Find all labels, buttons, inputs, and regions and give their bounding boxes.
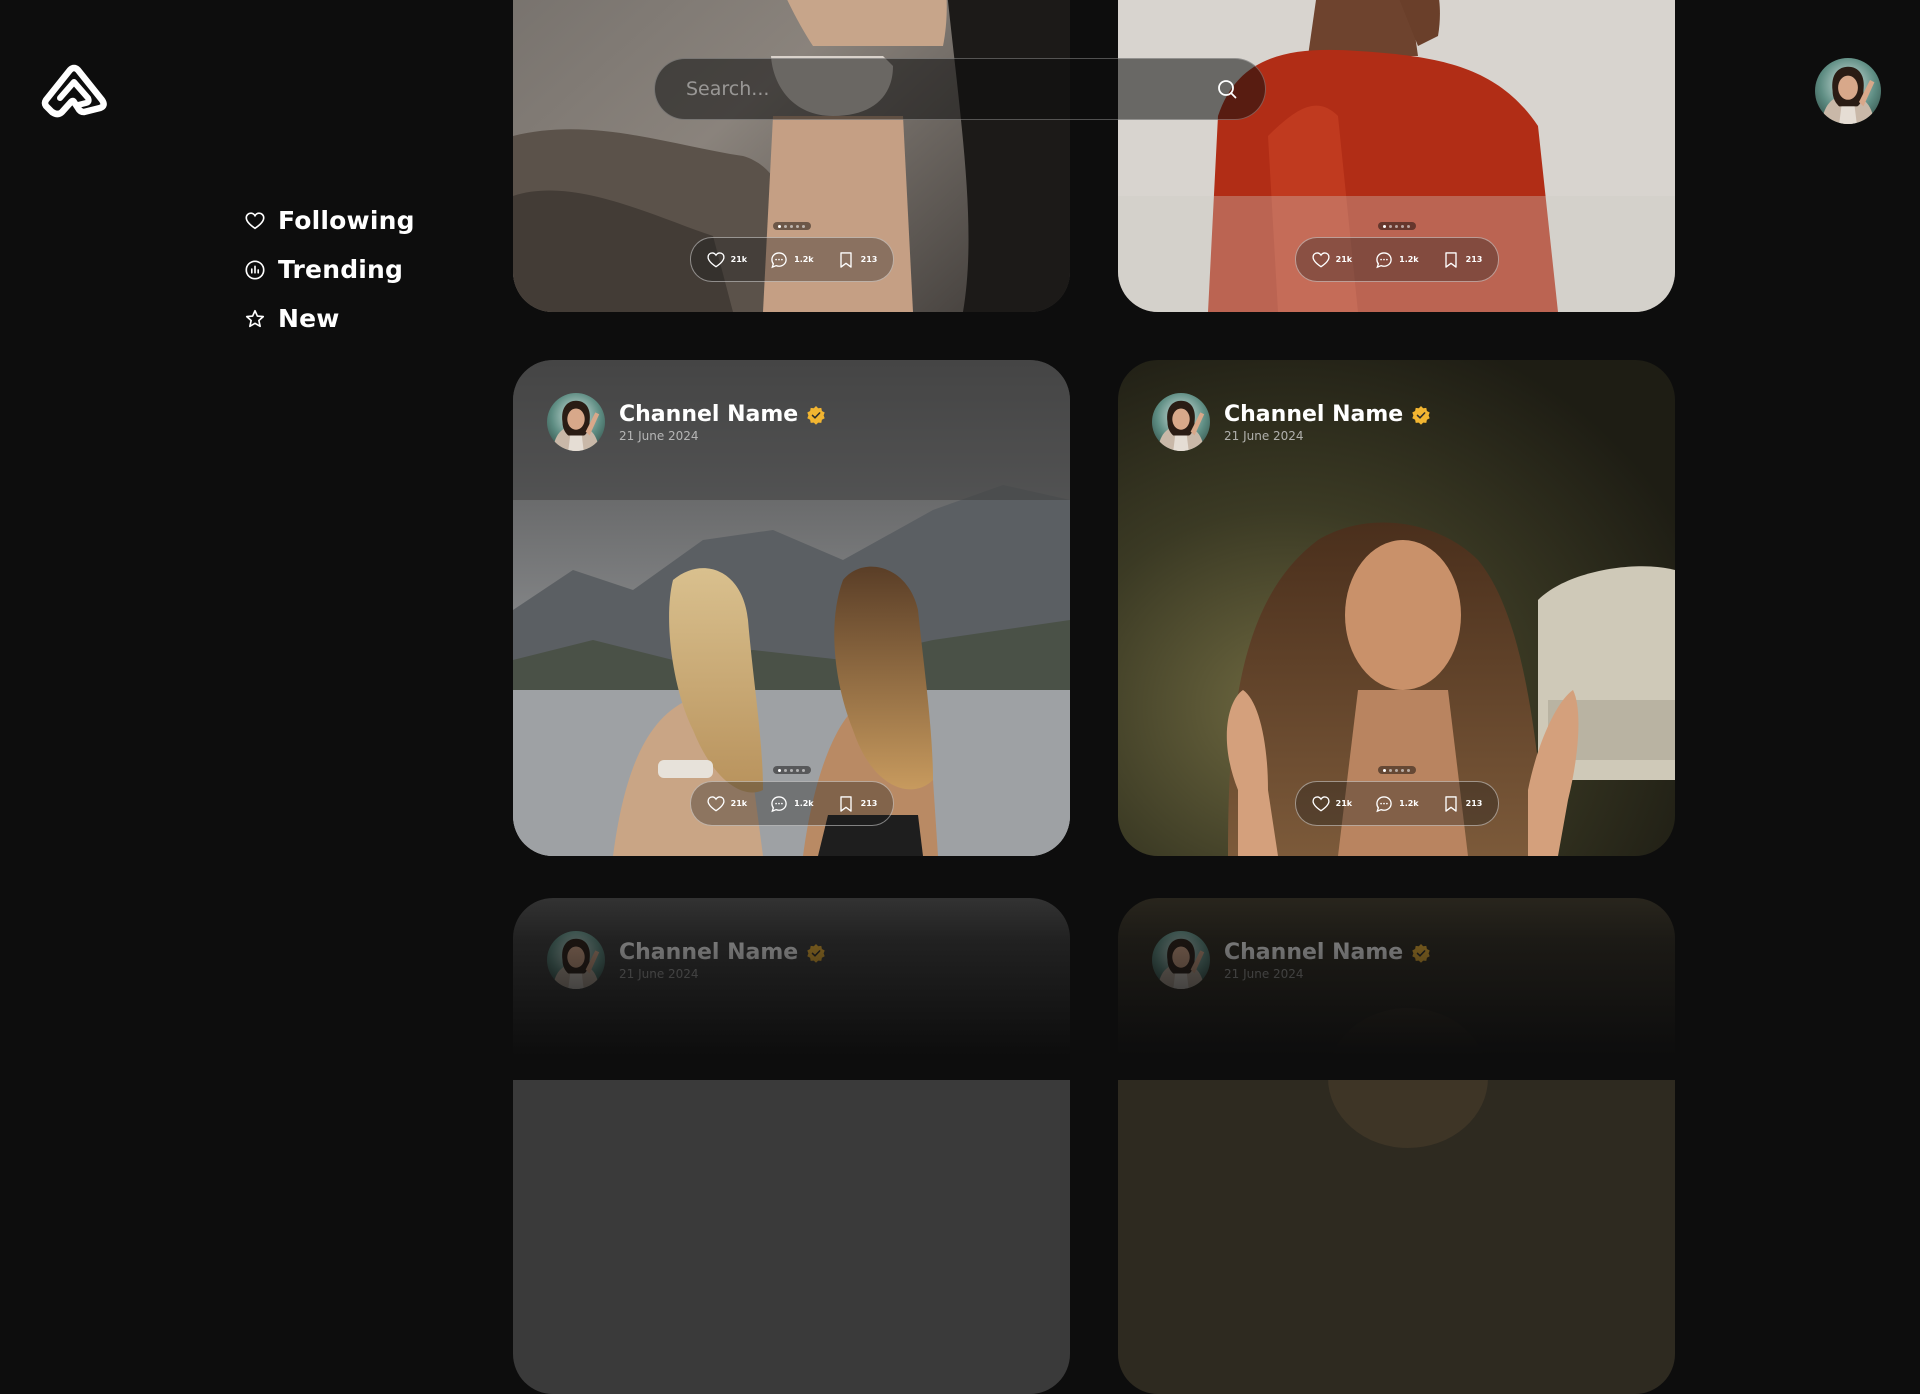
bookmark-icon	[1444, 795, 1457, 812]
post-header: Channel Name 21 June 2024	[547, 393, 826, 451]
verified-badge-icon	[807, 405, 825, 425]
post-card[interactable]: Channel Name 21 June 2024	[1118, 898, 1675, 1394]
save-count: 213	[860, 255, 878, 264]
comment-icon	[1376, 251, 1392, 268]
comment-button[interactable]: 1.2k	[769, 794, 814, 814]
post-header: Channel Name 21 June 2024	[1152, 931, 1431, 989]
post-actions-bar: 21k 1.2k 213	[1294, 781, 1499, 826]
save-button[interactable]: 213	[1441, 794, 1483, 814]
post-actions-bar: 21k 1.2k 213	[1294, 237, 1499, 282]
search-input[interactable]	[684, 77, 1215, 101]
post-card[interactable]: 21k 1.2k 213	[513, 0, 1070, 312]
heart-icon	[1312, 251, 1330, 267]
verified-badge-icon	[1412, 405, 1430, 425]
post-card[interactable]: Channel Name 21 June 2024	[513, 898, 1070, 1394]
heart-icon	[1312, 795, 1330, 811]
comment-count: 1.2k	[794, 255, 814, 264]
heart-icon	[707, 795, 725, 811]
carousel-indicator[interactable]	[772, 766, 811, 774]
save-button[interactable]: 213	[1441, 250, 1483, 270]
post-date: 21 June 2024	[1224, 428, 1304, 443]
carousel-indicator[interactable]	[772, 222, 811, 230]
comment-icon	[1376, 795, 1392, 812]
post-date: 21 June 2024	[1224, 966, 1304, 981]
channel-name[interactable]: Channel Name	[1224, 402, 1403, 428]
save-count: 213	[860, 799, 878, 808]
search-icon[interactable]	[1215, 77, 1239, 101]
post-date: 21 June 2024	[619, 428, 699, 443]
channel-avatar[interactable]	[1152, 931, 1210, 989]
channel-avatar[interactable]	[547, 931, 605, 989]
like-count: 21k	[730, 255, 748, 264]
post-actions-bar: 21k 1.2k 213	[689, 781, 894, 826]
comment-button[interactable]: 1.2k	[1374, 794, 1419, 814]
channel-avatar[interactable]	[547, 393, 605, 451]
save-button[interactable]: 213	[836, 794, 878, 814]
like-button[interactable]: 21k	[1311, 250, 1352, 270]
post-header: Channel Name 21 June 2024	[547, 931, 826, 989]
comment-button[interactable]: 1.2k	[769, 250, 814, 270]
comment-count: 1.2k	[794, 799, 814, 808]
post-card[interactable]: 21k 1.2k 213	[1118, 0, 1675, 312]
bookmark-icon	[1444, 251, 1457, 268]
channel-name[interactable]: Channel Name	[1224, 940, 1403, 966]
comment-button[interactable]: 1.2k	[1374, 250, 1419, 270]
save-count: 213	[1465, 799, 1483, 808]
like-count: 21k	[730, 799, 748, 808]
search-bar	[654, 58, 1266, 120]
heart-icon	[707, 251, 725, 267]
post-date: 21 June 2024	[619, 966, 699, 981]
post-card[interactable]: Channel Name 21 June 2024 21k 1.2k 213	[1118, 360, 1675, 856]
like-button[interactable]: 21k	[1311, 794, 1352, 814]
post-card[interactable]: Channel Name 21 June 2024 21k 1.2k 213	[513, 360, 1070, 856]
user-avatar[interactable]	[1815, 58, 1881, 124]
channel-name[interactable]: Channel Name	[619, 402, 798, 428]
like-count: 21k	[1335, 255, 1353, 264]
post-actions-bar: 21k 1.2k 213	[689, 237, 894, 282]
save-button[interactable]: 213	[836, 250, 878, 270]
comment-icon	[771, 251, 787, 268]
bookmark-icon	[839, 251, 852, 268]
channel-name[interactable]: Channel Name	[619, 940, 798, 966]
post-feed: 21k 1.2k 213 21k 1.2k 213 Channel Name 2…	[0, 0, 1920, 1394]
carousel-indicator[interactable]	[1377, 222, 1416, 230]
bookmark-icon	[839, 795, 852, 812]
comment-count: 1.2k	[1399, 255, 1419, 264]
channel-avatar[interactable]	[1152, 393, 1210, 451]
comment-count: 1.2k	[1399, 799, 1419, 808]
carousel-indicator[interactable]	[1377, 766, 1416, 774]
verified-badge-icon	[1412, 943, 1430, 963]
like-button[interactable]: 21k	[706, 794, 747, 814]
save-count: 213	[1465, 255, 1483, 264]
like-count: 21k	[1335, 799, 1353, 808]
comment-icon	[771, 795, 787, 812]
like-button[interactable]: 21k	[706, 250, 747, 270]
post-header: Channel Name 21 June 2024	[1152, 393, 1431, 451]
verified-badge-icon	[807, 943, 825, 963]
